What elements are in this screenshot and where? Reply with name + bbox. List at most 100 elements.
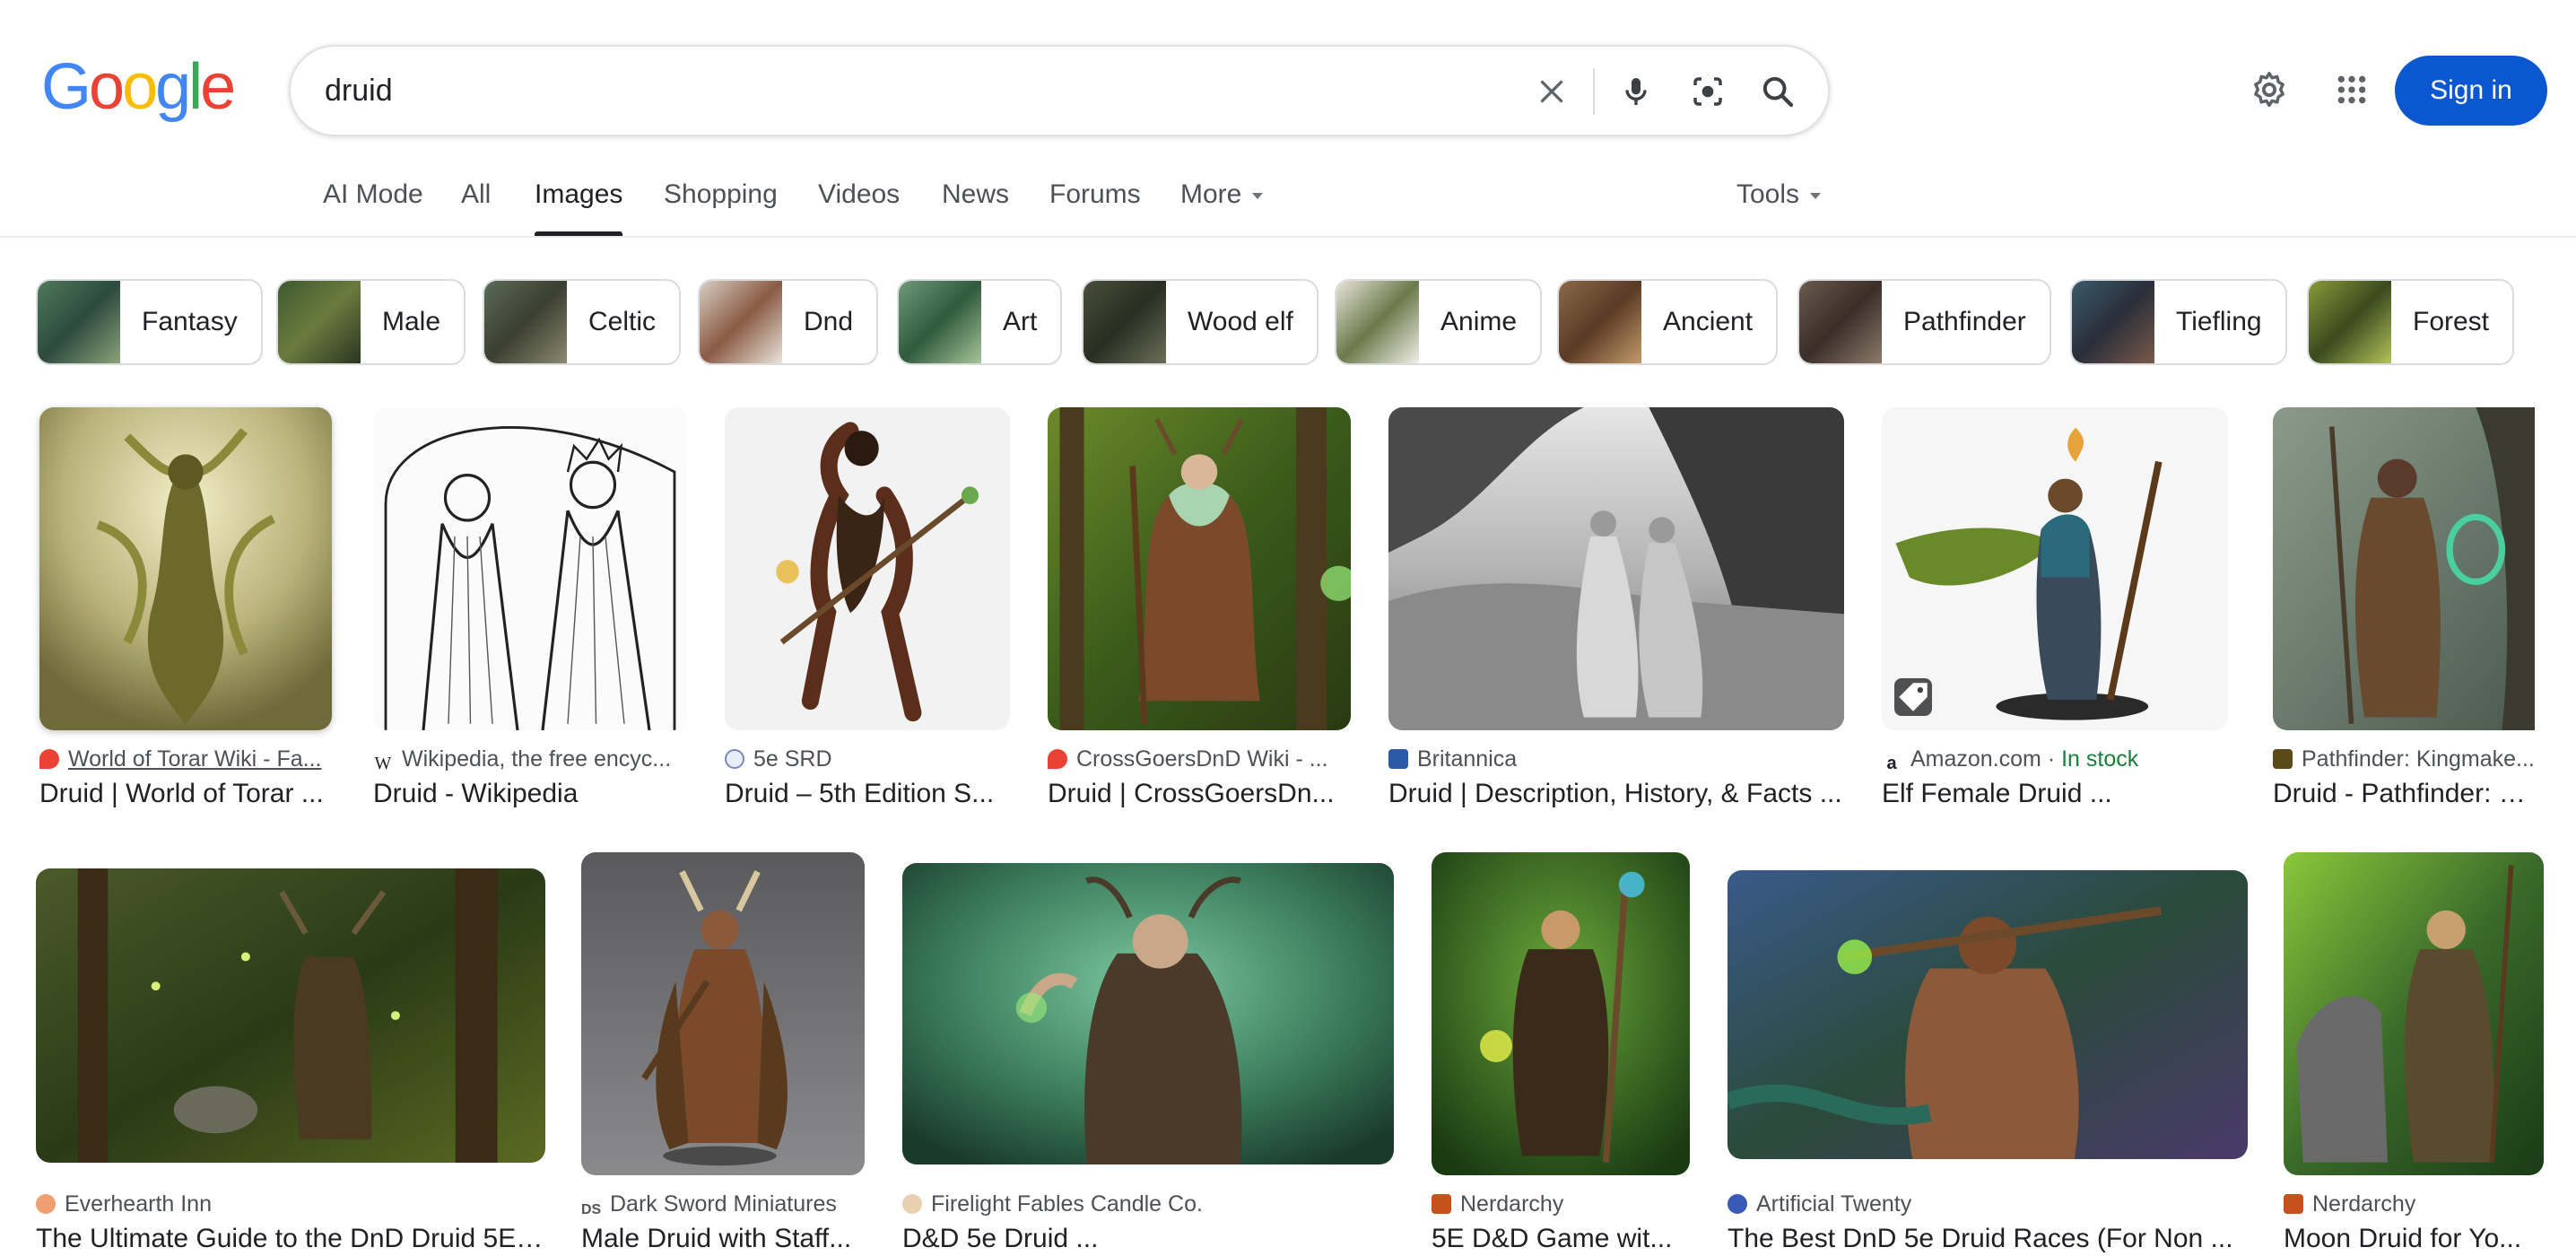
result-title[interactable]: Druid | CrossGoersDn...	[1048, 779, 1351, 809]
chip-wood-elf[interactable]: Wood elf	[1082, 279, 1318, 365]
result-source[interactable]: 5e SRD	[725, 746, 1010, 772]
tab-images[interactable]: Images	[535, 179, 623, 237]
chip-art[interactable]: Art	[897, 279, 1063, 365]
result-source[interactable]: Nerdarchy	[1432, 1191, 1690, 1217]
search-input[interactable]: druid	[325, 47, 393, 135]
image-result[interactable]: Pathfinder: Kingmake... Druid - Pathfind…	[2273, 407, 2535, 811]
apps-grid-icon[interactable]	[2328, 66, 2375, 113]
result-thumbnail[interactable]	[1727, 870, 2248, 1159]
result-thumbnail[interactable]	[36, 868, 545, 1163]
chip-forest[interactable]: Forest	[2307, 279, 2515, 365]
search-magnifier-icon[interactable]	[1754, 68, 1801, 115]
image-result[interactable]: a Amazon.com · In stock Elf Female Druid …	[1882, 407, 2228, 811]
result-title[interactable]: Druid – 5th Edition S...	[725, 779, 1010, 809]
result-title[interactable]: Male Druid with Staff...	[581, 1224, 865, 1254]
source-name: Wikipedia, the free encyc...	[402, 746, 672, 772]
chip-thumbnail	[1559, 281, 1641, 363]
chip-thumbnail	[2309, 281, 2391, 363]
result-title[interactable]: Druid | World of Torar ...	[39, 779, 332, 809]
tab-forums[interactable]: Forums	[1049, 179, 1141, 237]
result-source[interactable]: Firelight Fables Candle Co.	[902, 1191, 1394, 1217]
chip-ancient[interactable]: Ancient	[1557, 279, 1779, 365]
result-title[interactable]: 5E D&D Game wit...	[1432, 1224, 1690, 1254]
chip-male[interactable]: Male	[276, 279, 466, 365]
result-source[interactable]: CrossGoersDnD Wiki - ...	[1048, 746, 1351, 772]
nerdarchy-icon	[2284, 1194, 2303, 1214]
image-result[interactable]: Firelight Fables Candle Co. D&D 5e Druid…	[902, 852, 1394, 1256]
result-source[interactable]: W Wikipedia, the free encyc...	[373, 746, 687, 773]
source-name: Dark Sword Miniatures	[610, 1191, 837, 1217]
result-thumbnail[interactable]	[902, 863, 1394, 1164]
image-result[interactable]: W Wikipedia, the free encyc... Druid - Wi…	[373, 407, 687, 811]
wikipedia-icon: W	[373, 754, 393, 773]
chip-tiefling[interactable]: Tiefling	[2070, 279, 2287, 365]
settings-gear-icon[interactable]	[2246, 66, 2293, 113]
chip-label: Anime	[1440, 307, 1518, 336]
image-result[interactable]: Nerdarchy 5E D&D Game wit...	[1432, 852, 1690, 1256]
source-name: CrossGoersDnD Wiki - ...	[1076, 746, 1328, 772]
result-thumbnail[interactable]	[581, 852, 865, 1175]
image-result[interactable]: Everhearth Inn The Ultimate Guide to the…	[36, 852, 545, 1256]
tab-more-label: More	[1180, 179, 1242, 209]
tab-all[interactable]: All	[461, 179, 491, 237]
result-source[interactable]: Nerdarchy	[2284, 1191, 2544, 1217]
result-thumbnail[interactable]	[1432, 852, 1690, 1175]
result-source[interactable]: Britannica	[1388, 746, 1844, 772]
image-result[interactable]: Britannica Druid | Description, History,…	[1388, 407, 1844, 811]
result-source[interactable]: Pathfinder: Kingmake...	[2273, 746, 2535, 772]
result-source[interactable]: Artificial Twenty	[1727, 1191, 2248, 1217]
result-source[interactable]: a Amazon.com · In stock	[1882, 746, 2228, 773]
result-thumbnail[interactable]	[2273, 407, 2535, 730]
chip-dnd[interactable]: Dnd	[698, 279, 879, 365]
image-result[interactable]: Artificial Twenty The Best DnD 5e Druid …	[1727, 852, 2248, 1256]
result-title[interactable]: The Ultimate Guide to the DnD Druid 5E .…	[36, 1224, 545, 1254]
chip-thumbnail	[1336, 281, 1419, 363]
source-name: Pathfinder: Kingmake...	[2302, 746, 2535, 772]
tab-ai-mode[interactable]: AI Mode	[323, 179, 423, 237]
chip-pathfinder[interactable]: Pathfinder	[1797, 279, 2051, 365]
result-thumbnail[interactable]	[373, 407, 687, 730]
result-thumbnail[interactable]	[1048, 407, 1351, 730]
sign-in-button[interactable]: Sign in	[2395, 56, 2547, 126]
microphone-icon[interactable]	[1613, 68, 1659, 115]
chip-anime[interactable]: Anime	[1335, 279, 1543, 365]
caret-down-icon	[1252, 192, 1264, 199]
result-title[interactable]: The Best DnD 5e Druid Races (For Non ...	[1727, 1224, 2248, 1254]
image-result[interactable]: 5e SRD Druid – 5th Edition S...	[725, 407, 1010, 811]
tools-button[interactable]: Tools	[1736, 179, 1822, 210]
result-thumbnail[interactable]	[1388, 407, 1844, 730]
chip-thumbnail	[38, 281, 120, 363]
search-box[interactable]: druid	[289, 45, 1830, 136]
result-title[interactable]: Druid - Wikipedia	[373, 779, 687, 809]
google-logo[interactable]: Google	[41, 55, 236, 119]
chip-fantasy[interactable]: Fantasy	[36, 279, 263, 365]
result-title[interactable]: Druid | Description, History, & Facts ..…	[1388, 779, 1844, 809]
clear-x-icon[interactable]	[1528, 68, 1575, 115]
image-result[interactable]: Nerdarchy Moon Druid for Yo...	[2284, 852, 2544, 1256]
result-source[interactable]: DS Dark Sword Miniatures	[581, 1191, 865, 1220]
result-title[interactable]: Elf Female Druid ...	[1882, 779, 2228, 809]
candle-icon	[902, 1194, 922, 1214]
chip-label: Pathfinder	[1903, 307, 2026, 336]
tab-shopping[interactable]: Shopping	[664, 179, 778, 237]
tab-videos[interactable]: Videos	[818, 179, 900, 237]
result-thumbnail[interactable]	[725, 407, 1010, 730]
chip-thumbnail	[1083, 281, 1166, 363]
result-thumbnail[interactable]	[2284, 852, 2544, 1175]
lens-camera-icon[interactable]	[1684, 68, 1731, 115]
image-result[interactable]: CrossGoersDnD Wiki - ... Druid | CrossGo…	[1048, 407, 1351, 811]
result-thumbnail[interactable]	[39, 407, 332, 730]
chip-thumbnail	[484, 281, 567, 363]
result-source[interactable]: World of Torar Wiki - Fa...	[39, 746, 332, 772]
tab-more[interactable]: More	[1180, 179, 1264, 237]
result-thumbnail[interactable]	[1882, 407, 2228, 730]
result-source[interactable]: Everhearth Inn	[36, 1191, 545, 1217]
result-title[interactable]: Moon Druid for Yo...	[2284, 1224, 2544, 1254]
image-result[interactable]: World of Torar Wiki - Fa... Druid | Worl…	[39, 407, 332, 811]
source-name: Britannica	[1417, 746, 1518, 772]
result-title[interactable]: D&D 5e Druid ...	[902, 1224, 1394, 1254]
result-title[interactable]: Druid - Pathfinder: K...	[2273, 779, 2535, 809]
tab-news[interactable]: News	[942, 179, 1009, 237]
image-result[interactable]: DS Dark Sword Miniatures Male Druid with …	[581, 852, 865, 1256]
chip-celtic[interactable]: Celtic	[483, 279, 682, 365]
